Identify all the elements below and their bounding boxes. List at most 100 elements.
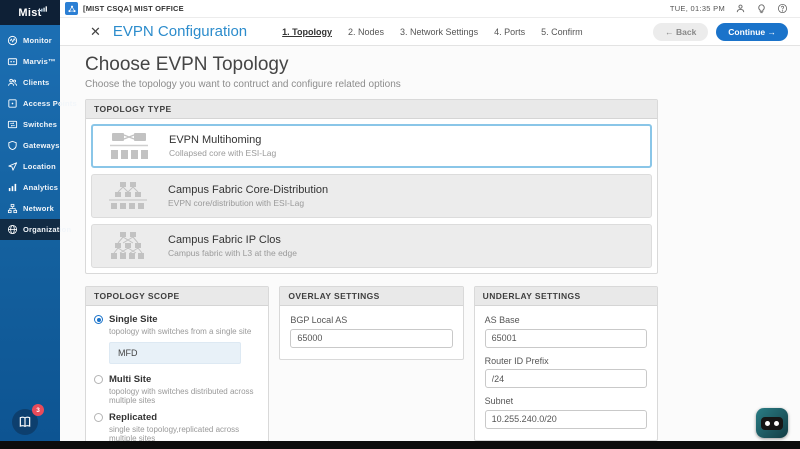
radio-icon bbox=[94, 315, 103, 324]
bottom-strip bbox=[0, 441, 800, 449]
scope-radio-multi-site[interactable]: Multi Site topology with switches distrib… bbox=[94, 374, 260, 405]
sidebar-item-clients[interactable]: Clients bbox=[0, 72, 60, 93]
sidebar-item-organization[interactable]: Organization bbox=[0, 219, 71, 240]
gateways-icon bbox=[7, 140, 18, 151]
topology-option-campus-fabric-core-distribution[interactable]: Campus Fabric Core-Distribution EVPN core… bbox=[91, 174, 652, 218]
sidebar-item-label: Analytics bbox=[23, 183, 59, 192]
overlay-settings-fields: BGP Local AS bbox=[280, 306, 462, 359]
sidebar-item-label: Location bbox=[23, 162, 56, 171]
scope-option-desc: topology with switches from a single sit… bbox=[109, 327, 252, 336]
topology-option-desc: Campus fabric with L3 at the edge bbox=[168, 248, 297, 258]
page-subtitle: Choose the topology you want to contruct… bbox=[85, 79, 401, 90]
continue-button[interactable]: Continue → bbox=[716, 22, 788, 41]
wizard-step-2-nodes[interactable]: 2. Nodes bbox=[348, 27, 384, 37]
sidebar-item-label: Gateways bbox=[23, 141, 60, 150]
account-icon[interactable] bbox=[735, 3, 746, 14]
campus-fabric-core-distribution-icon bbox=[106, 181, 150, 211]
topology-option-evpn-multihoming[interactable]: EVPN Multihoming Collapsed core with ESI-… bbox=[91, 124, 652, 168]
underlay-settings-panel: UNDERLAY SETTINGS AS Base Router ID Prefi… bbox=[473, 286, 658, 441]
wizard-step-5-confirm[interactable]: 5. Confirm bbox=[541, 27, 583, 37]
wizard-steps: 1. Topology 2. Nodes 3. Network Settings 4.… bbox=[282, 27, 582, 37]
sidebar-item-monitor[interactable]: Monitor bbox=[0, 30, 60, 51]
underlay-settings-fields: AS Base Router ID Prefix Subnet bbox=[475, 306, 657, 440]
sidebar-item-access-points[interactable]: Access Points bbox=[0, 93, 77, 114]
site-select[interactable]: MFD bbox=[109, 342, 241, 364]
wizard-title: EVPN Configuration bbox=[112, 23, 248, 40]
topology-type-header: TOPOLOGY TYPE bbox=[86, 100, 657, 119]
monitor-icon bbox=[7, 35, 18, 46]
scope-option-label: Replicated bbox=[109, 412, 158, 423]
scope-radio-replicated[interactable]: Replicated single site topology,replicate… bbox=[94, 412, 260, 441]
sidebar-item-label: Clients bbox=[23, 78, 50, 87]
topology-scope-panel: TOPOLOGY SCOPE Single Site topology with … bbox=[85, 286, 270, 441]
topology-scope-options: Single Site topology with switches from a… bbox=[86, 306, 268, 441]
overlay-bgp-local-as-label: BGP Local AS bbox=[290, 315, 348, 325]
analytics-icon bbox=[7, 182, 18, 193]
topology-option-campus-fabric-ip-clos[interactable]: Campus Fabric IP Clos Campus fabric with … bbox=[91, 224, 652, 268]
org-label: [MIST CSQA] MIST OFFICE bbox=[83, 4, 184, 13]
marvis-robot-icon bbox=[761, 416, 783, 430]
sidebar-item-label: Access Points bbox=[23, 99, 77, 108]
evpn-multihoming-icon bbox=[107, 131, 151, 161]
scope-option-desc: single site topology,replicated across m… bbox=[109, 425, 240, 441]
scope-radio-single-site[interactable]: Single Site topology with switches from a… bbox=[94, 314, 260, 367]
sidebar-item-label: Network bbox=[23, 204, 54, 213]
documentation-button[interactable]: 3 bbox=[12, 404, 44, 435]
network-icon bbox=[7, 203, 18, 214]
location-icon bbox=[7, 161, 18, 172]
close-icon[interactable]: ✕ bbox=[90, 25, 101, 38]
sidebar-nav: Monitor Marvis™ Clients Access Points Switch… bbox=[0, 25, 77, 240]
topology-option-desc: EVPN core/distribution with ESI-Lag bbox=[168, 198, 305, 208]
sidebar-item-marvis[interactable]: Marvis™ bbox=[0, 51, 60, 72]
radio-icon bbox=[94, 375, 103, 384]
topbar-right: TUE, 01:35 PM bbox=[670, 3, 788, 14]
wizard-step-3-network-settings[interactable]: 3. Network Settings bbox=[400, 27, 478, 37]
marvis-chat-button[interactable] bbox=[756, 408, 788, 438]
scope-option-desc: topology with switches distributed acros… bbox=[109, 387, 254, 405]
wizard-step-4-ports[interactable]: 4. Ports bbox=[494, 27, 525, 37]
notification-badge: 3 bbox=[32, 404, 44, 416]
underlay-router-id-prefix-label: Router ID Prefix bbox=[484, 355, 549, 366]
underlay-as-base-label: AS Base bbox=[484, 315, 520, 325]
underlay-settings-header: UNDERLAY SETTINGS bbox=[474, 287, 657, 306]
sidebar-item-gateways[interactable]: Gateways bbox=[0, 135, 60, 156]
mist-logo-bars-icon bbox=[39, 3, 47, 15]
topology-option-desc: Collapsed core with ESI-Lag bbox=[169, 148, 277, 158]
underlay-as-base-input[interactable] bbox=[484, 328, 647, 348]
help-icon[interactable] bbox=[777, 3, 788, 14]
back-button[interactable]: ← Back bbox=[653, 22, 709, 41]
switches-icon bbox=[7, 119, 18, 130]
underlay-subnet-input[interactable] bbox=[484, 409, 647, 429]
topology-scope-header: TOPOLOGY SCOPE bbox=[86, 287, 269, 306]
overlay-settings-panel: OVERLAY SETTINGS BGP Local AS bbox=[279, 286, 464, 360]
clock-label: TUE, 01:35 PM bbox=[669, 4, 725, 13]
page-title: Choose EVPN Topology bbox=[85, 54, 289, 75]
underlay-subnet-label: Subnet bbox=[484, 396, 514, 406]
topology-type-panel: TOPOLOGY TYPE EVPN Multihoming Collapsed … bbox=[85, 99, 658, 274]
topbar: [MIST CSQA] MIST OFFICE TUE, 01:35 PM bbox=[60, 0, 800, 18]
sidebar-item-location[interactable]: Location bbox=[0, 156, 60, 177]
org-selector[interactable]: [MIST CSQA] MIST OFFICE bbox=[63, 1, 190, 16]
scope-option-label: Multi Site bbox=[109, 374, 152, 385]
clients-icon bbox=[7, 77, 18, 88]
sidebar: Mist Monitor Marvis™ Clients Access Points S… bbox=[0, 0, 77, 441]
sidebar-item-label: Monitor bbox=[23, 36, 52, 45]
sidebar-item-analytics[interactable]: Analytics bbox=[0, 177, 60, 198]
wizard-header: ✕ EVPN Configuration 1. Topology 2. Nodes… bbox=[60, 18, 800, 46]
scope-option-label: Single Site bbox=[109, 314, 158, 325]
main-content: Choose EVPN Topology Choose the topology… bbox=[60, 46, 800, 441]
overlay-bgp-local-as-input[interactable] bbox=[290, 328, 453, 348]
topology-option-title: Campus Fabric Core-Distribution bbox=[168, 184, 329, 196]
org-site-icon bbox=[65, 2, 78, 15]
sidebar-item-switches[interactable]: Switches bbox=[0, 114, 60, 135]
sidebar-item-network[interactable]: Network bbox=[0, 198, 60, 219]
whats-new-icon[interactable] bbox=[756, 3, 767, 14]
marvis-icon bbox=[7, 56, 18, 67]
sidebar-item-label: Switches bbox=[23, 120, 58, 129]
wizard-step-1-topology[interactable]: 1. Topology bbox=[282, 27, 332, 37]
sidebar-item-label: Organization bbox=[23, 225, 72, 234]
underlay-router-id-prefix-input[interactable] bbox=[484, 369, 647, 388]
mist-logo[interactable]: Mist bbox=[0, 0, 60, 25]
open-book-icon bbox=[18, 415, 32, 429]
overlay-settings-header: OVERLAY SETTINGS bbox=[280, 287, 463, 306]
